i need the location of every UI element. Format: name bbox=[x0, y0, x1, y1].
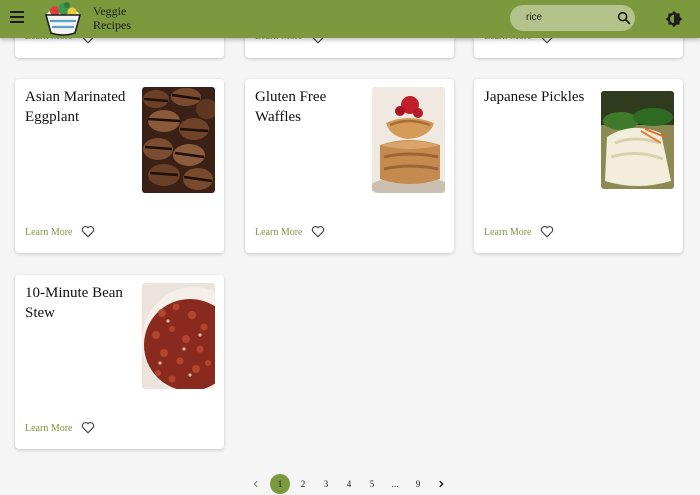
salad-bowl-logo[interactable] bbox=[42, 0, 84, 38]
recipe-page: Veggie Recipes rice Learn More Learn Mor… bbox=[0, 0, 700, 495]
learn-more-link[interactable]: Learn More bbox=[25, 423, 72, 434]
brand-line-1: Veggie bbox=[93, 4, 127, 18]
learn-more-link[interactable]: Learn More bbox=[25, 227, 72, 238]
recipe-card: Asian Marinated Eggplant Learn More bbox=[15, 79, 224, 253]
brand-name[interactable]: Veggie Recipes bbox=[93, 4, 131, 32]
page-ellipsis: ... bbox=[391, 479, 399, 489]
search-bar[interactable]: rice bbox=[510, 5, 635, 31]
recipe-card: Japanese Pickles Learn More bbox=[474, 79, 683, 253]
recipe-title: 10-Minute Bean Stew bbox=[25, 285, 123, 321]
heart-icon[interactable] bbox=[81, 225, 95, 238]
app-bar: Veggie Recipes rice bbox=[0, 0, 700, 38]
bean-stew-photo[interactable] bbox=[142, 283, 215, 389]
page-button[interactable]: 3 bbox=[316, 474, 336, 494]
page-button[interactable]: 2 bbox=[293, 474, 313, 494]
chevron-right-icon[interactable] bbox=[431, 474, 451, 494]
chevron-left-icon[interactable] bbox=[246, 474, 266, 494]
page-button[interactable]: 4 bbox=[339, 474, 359, 494]
recipe-title: Asian Marinated Eggplant bbox=[25, 89, 126, 125]
waffles-photo[interactable] bbox=[372, 87, 445, 193]
menu-icon[interactable] bbox=[10, 11, 24, 23]
learn-more-link[interactable]: Learn More bbox=[255, 227, 302, 238]
recipe-card: 10-Minute Bean Stew Learn More bbox=[15, 275, 224, 449]
recipe-card: Gluten Free Waffles Learn More bbox=[245, 79, 454, 253]
brightness-toggle-icon[interactable] bbox=[665, 10, 683, 28]
recipe-title: Gluten Free Waffles bbox=[255, 89, 327, 125]
heart-icon[interactable] bbox=[311, 225, 325, 238]
search-input[interactable]: rice bbox=[526, 12, 542, 23]
page-button-current[interactable]: 1 bbox=[270, 474, 290, 494]
grilled-eggplant-photo[interactable] bbox=[142, 87, 215, 193]
heart-icon[interactable] bbox=[81, 421, 95, 434]
learn-more-link[interactable]: Learn More bbox=[484, 227, 531, 238]
page-button[interactable]: 9 bbox=[408, 474, 428, 494]
heart-icon[interactable] bbox=[540, 225, 554, 238]
pickles-photo[interactable] bbox=[601, 91, 674, 189]
recipe-title: Japanese Pickles bbox=[484, 89, 585, 105]
brand-line-2: Recipes bbox=[93, 18, 131, 32]
search-icon[interactable] bbox=[616, 10, 632, 26]
page-button[interactable]: 5 bbox=[362, 474, 382, 494]
